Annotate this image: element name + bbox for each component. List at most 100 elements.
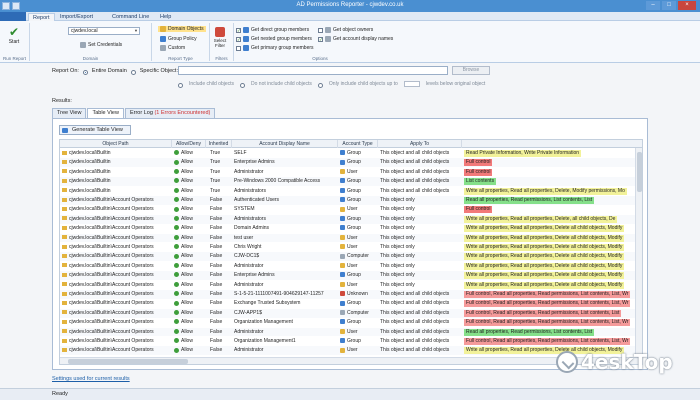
- account-name-cell: Administrators: [234, 215, 338, 224]
- maximize-button[interactable]: □: [662, 1, 676, 10]
- table-row[interactable]: cjwdev.local\Builtin\Account Operators Al…: [60, 299, 636, 308]
- select-filter-button[interactable]: Select Filter: [213, 27, 227, 48]
- option-display-names[interactable]: ✓ Get account display names: [318, 36, 393, 42]
- settings-used-link[interactable]: Settings used for current results: [52, 376, 130, 382]
- cell-text: This object and all child objects: [380, 309, 450, 316]
- permissions-cell: Write all properties, Read all propertie…: [464, 187, 636, 196]
- tab-table-view[interactable]: Table View: [87, 108, 124, 118]
- permissions-text: Write all properties, Read all propertie…: [464, 272, 625, 280]
- col-permissions[interactable]: [462, 140, 642, 148]
- table-row[interactable]: cjwdev.local\Builtin Allow True Pre-Windows…: [60, 177, 636, 186]
- start-button[interactable]: ✔ Start: [4, 25, 24, 45]
- table-row[interactable]: cjwdev.local\Builtin Allow True Administrat…: [60, 168, 636, 177]
- cell-text: Allow: [181, 281, 193, 288]
- option-primary-members[interactable]: Get primary group members: [236, 45, 314, 51]
- vertical-scrollbar[interactable]: [635, 148, 642, 358]
- close-button[interactable]: ×: [678, 1, 696, 10]
- option-direct-members[interactable]: ✓ Get direct group members: [236, 27, 309, 33]
- cell-text: False: [210, 253, 223, 260]
- report-type-domain-objects[interactable]: Domain Objects: [158, 26, 206, 32]
- apply-to-cell: This object and all child objects: [380, 328, 462, 337]
- table-row[interactable]: cjwdev.local\Builtin\Account Operators Al…: [60, 308, 636, 318]
- specific-object-radio[interactable]: [130, 69, 136, 75]
- table-row[interactable]: cjwdev.local\Builtin\Account Operators Al…: [60, 337, 636, 346]
- table-row[interactable]: cjwdev.local\Builtin\Account Operators Al…: [60, 262, 636, 271]
- table-row[interactable]: cjwdev.local\Builtin\Account Operators Al…: [60, 346, 636, 356]
- status-bar: Ready: [0, 388, 700, 400]
- inherited-cell: False: [210, 290, 232, 299]
- object-path-cell: cjwdev.local\Builtin\Account Operators: [62, 290, 172, 299]
- table-row[interactable]: cjwdev.local\Builtin\Account Operators Al…: [60, 196, 636, 205]
- col-account-type[interactable]: Account Type: [338, 140, 378, 148]
- entire-domain-radio[interactable]: [82, 69, 88, 75]
- scroll-thumb[interactable]: [637, 152, 642, 192]
- only-include-radio[interactable]: [317, 82, 323, 88]
- col-object-path[interactable]: Object Path: [60, 140, 172, 148]
- browse-button[interactable]: Browse: [452, 66, 490, 75]
- owner-icon: [325, 27, 331, 33]
- domain-select[interactable]: cjwdev.local ▼: [68, 27, 140, 35]
- checkbox-icon: ✓: [236, 36, 241, 42]
- cell-text: This object and all child objects: [380, 319, 450, 326]
- table-row[interactable]: cjwdev.local\Builtin\Account Operators Al…: [60, 224, 636, 233]
- option-nested-members[interactable]: ✓ Get nested group members: [236, 36, 312, 42]
- col-allow-deny[interactable]: Allow/Deny: [172, 140, 206, 148]
- table-row[interactable]: cjwdev.local\Builtin Allow True SELF Group Th…: [60, 149, 636, 158]
- checkbox-icon: ✓: [236, 27, 241, 33]
- allow-check-icon: [174, 309, 179, 315]
- apply-to-cell: This object only: [380, 224, 462, 233]
- tab-command-line[interactable]: Command Line: [108, 13, 153, 21]
- table-row[interactable]: cjwdev.local\Builtin\Account Operators Al…: [60, 233, 636, 243]
- table-row[interactable]: cjwdev.local\Builtin\Account Operators Al…: [60, 243, 636, 252]
- tab-tree-view[interactable]: Tree View: [52, 108, 87, 118]
- folder-icon: [62, 301, 67, 306]
- table-row[interactable]: cjwdev.local\Builtin Allow True Administrat…: [60, 187, 636, 196]
- option-object-owners[interactable]: Get object owners: [318, 27, 373, 33]
- ribbon: ✔ Start Run Report cjwdev.local ▼ Set Cr…: [0, 21, 700, 63]
- cell-text: User: [347, 347, 358, 354]
- report-type-custom[interactable]: Custom: [160, 45, 185, 51]
- permissions-cell: Full control: [464, 205, 636, 214]
- specific-object-input[interactable]: [178, 66, 448, 75]
- tab-error-log[interactable]: Error Log (1 Errors Encountered): [124, 108, 216, 118]
- set-credentials-button[interactable]: Set Credentials: [80, 42, 122, 48]
- col-apply-to[interactable]: Apply To: [378, 140, 462, 148]
- table-row[interactable]: cjwdev.local\Builtin\Account Operators Al…: [60, 214, 636, 224]
- tab-report[interactable]: Report: [28, 13, 55, 21]
- cell-text: This object and all child objects: [380, 168, 450, 175]
- table-row[interactable]: cjwdev.local\Builtin\Account Operators Al…: [60, 252, 636, 262]
- inherited-cell: False: [210, 318, 232, 327]
- scroll-thumb[interactable]: [68, 359, 188, 364]
- allow-check-icon: [174, 150, 179, 156]
- tab-import-export[interactable]: Import/Export: [56, 13, 97, 21]
- allow-check-icon: [174, 187, 179, 193]
- options-group-label: Options: [312, 56, 328, 61]
- allow-deny-cell: Allow: [174, 271, 206, 280]
- account-type-icon: [340, 215, 345, 221]
- cell-text: Administrator: [234, 262, 264, 269]
- table-row[interactable]: cjwdev.local\Builtin\Account Operators Al…: [60, 281, 636, 290]
- cell-text: cjwdev.local\Builtin\Account Operators: [69, 281, 154, 288]
- cell-text: This object and all child objects: [380, 291, 450, 297]
- table-row[interactable]: cjwdev.local\Builtin\Account Operators Al…: [60, 290, 636, 299]
- tab-help[interactable]: Help: [156, 13, 175, 21]
- table-row[interactable]: cjwdev.local\Builtin Allow True Enterprise …: [60, 158, 636, 168]
- levels-input[interactable]: [403, 81, 420, 87]
- table-row[interactable]: cjwdev.local\Builtin\Account Operators Al…: [60, 205, 636, 214]
- not-include-child-radio[interactable]: [240, 82, 246, 88]
- col-account-display-name[interactable]: Account Display Name: [232, 140, 338, 148]
- object-path-cell: cjwdev.local\Builtin\Account Operators: [62, 205, 172, 214]
- table-row[interactable]: cjwdev.local\Builtin\Account Operators Al…: [60, 271, 636, 280]
- table-row[interactable]: cjwdev.local\Builtin\Account Operators Al…: [60, 327, 636, 337]
- table-row[interactable]: cjwdev.local\Builtin\Account Operators Al…: [60, 318, 636, 327]
- col-inherited[interactable]: Inherited: [206, 140, 232, 148]
- filters-group: Select Filter Filters: [210, 23, 234, 61]
- account-type-cell: Group: [340, 196, 378, 205]
- generate-table-view-button[interactable]: Generate Table View: [59, 125, 131, 135]
- file-menu[interactable]: [0, 12, 26, 21]
- minimize-button[interactable]: –: [646, 1, 660, 10]
- report-type-group-policy[interactable]: Group Policy: [160, 36, 197, 42]
- include-child-radio[interactable]: [178, 82, 183, 88]
- domain-objects-icon: [160, 26, 166, 32]
- report-on-row: Report On: Entire Domain Specific Object…: [52, 68, 178, 75]
